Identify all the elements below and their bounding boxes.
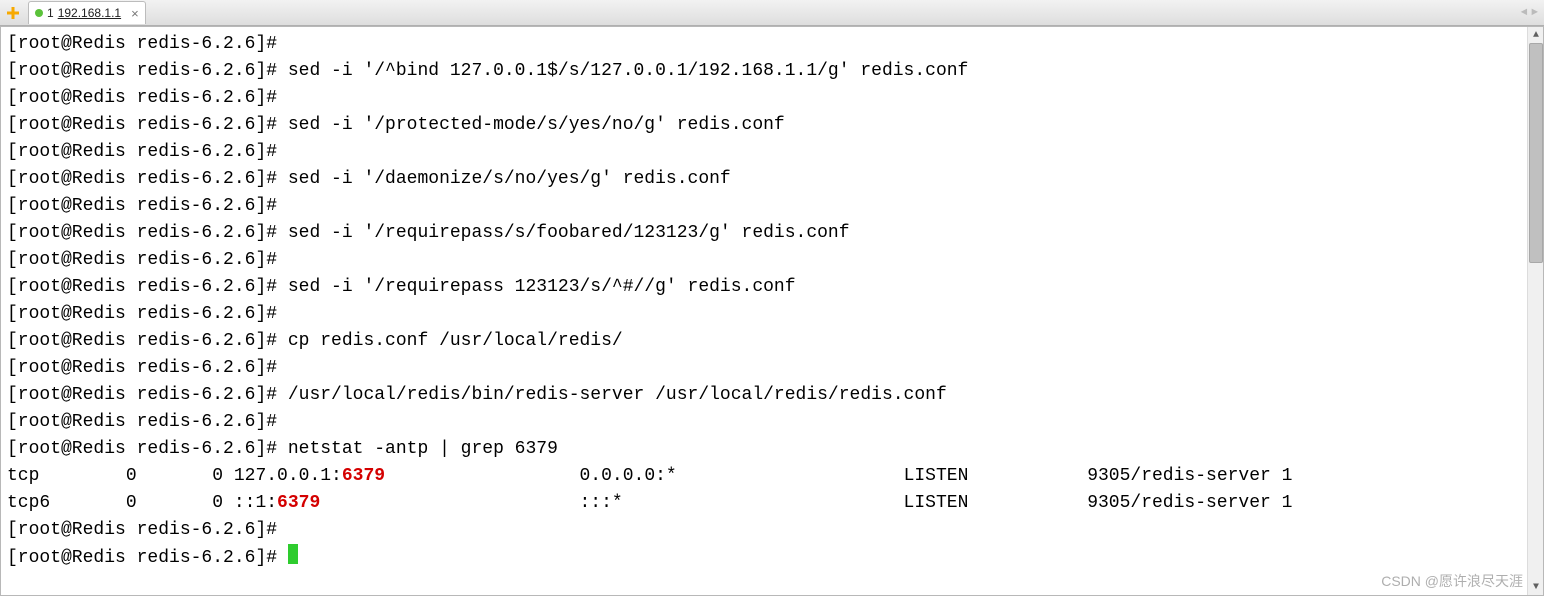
plus-icon [6, 6, 20, 20]
scroll-down-icon[interactable]: ▼ [1528, 579, 1544, 595]
tab-index: 1 [47, 6, 54, 20]
new-tab-button[interactable] [2, 2, 24, 24]
tab-bar: 1 192.168.1.1 × ◄ ► [0, 0, 1544, 26]
tab-nav-left-icon[interactable]: ◄ [1521, 7, 1528, 19]
tab-title: 192.168.1.1 [58, 6, 121, 20]
watermark: CSDN @愿许浪尽天涯 [1381, 571, 1523, 591]
status-dot-icon [35, 9, 43, 17]
terminal-container: [root@Redis redis-6.2.6]# [root@Redis re… [0, 26, 1544, 596]
scrollbar[interactable]: ▲ ▼ [1527, 27, 1543, 595]
scroll-up-icon[interactable]: ▲ [1528, 27, 1544, 43]
tab-close-button[interactable]: × [131, 6, 139, 21]
scroll-thumb[interactable] [1529, 43, 1543, 263]
session-tab[interactable]: 1 192.168.1.1 × [28, 1, 146, 24]
tab-nav-arrows: ◄ ► [1521, 7, 1544, 19]
tab-nav-right-icon[interactable]: ► [1531, 7, 1538, 19]
terminal-output[interactable]: [root@Redis redis-6.2.6]# [root@Redis re… [1, 27, 1543, 595]
